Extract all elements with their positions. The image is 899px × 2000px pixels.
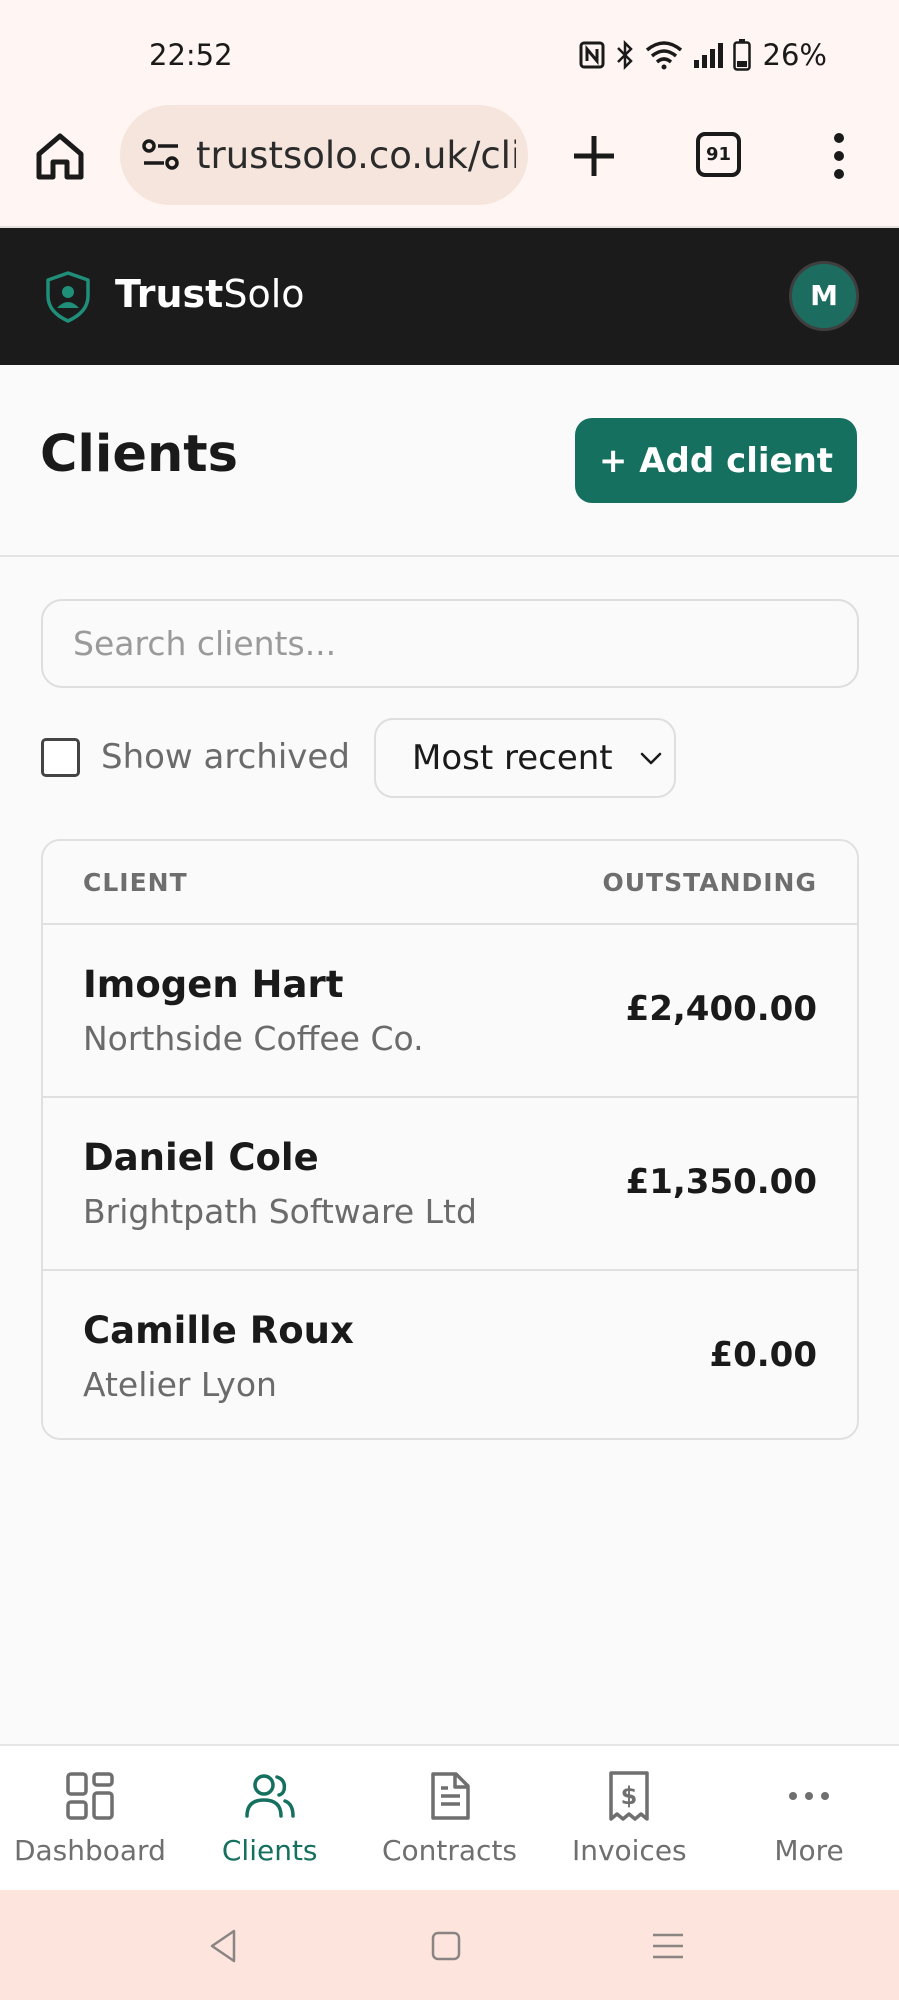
tab-switcher-button[interactable]: 91 [696,132,741,177]
sort-selected-value: Most recent [412,738,613,778]
nav-label: Invoices [571,1834,687,1867]
battery-percent: 26% [762,38,827,72]
nav-item-dashboard[interactable]: Dashboard [0,1746,180,1890]
nav-label: More [774,1834,844,1867]
chevron-down-icon [640,752,662,765]
client-company: Brightpath Software Ltd [83,1192,477,1231]
table-row[interactable]: Imogen Hart Northside Coffee Co. £2,400.… [43,925,857,1098]
clients-table: CLIENT OUTSTANDING Imogen Hart Northside… [41,839,859,1440]
nav-item-invoices[interactable]: $ Invoices [539,1746,719,1890]
brand-name[interactable]: TrustSolo [115,272,305,316]
invoices-icon: $ [609,1771,650,1821]
home-square-icon[interactable] [426,1926,466,1966]
shield-logo-icon[interactable] [44,270,92,324]
home-icon[interactable] [34,130,86,182]
table-row[interactable]: Daniel Cole Brightpath Software Ltd £1,3… [43,1098,857,1271]
clients-icon [245,1774,295,1818]
client-company: Northside Coffee Co. [83,1019,424,1058]
table-header: CLIENT OUTSTANDING [43,841,857,925]
client-name[interactable]: Imogen Hart [83,963,343,1006]
system-navigation-bar [0,1890,899,2000]
back-icon[interactable] [204,1926,244,1966]
browser-toolbar: trustsolo.co.uk/clients 91 [0,100,899,228]
dashboard-icon [66,1772,114,1820]
client-outstanding: £1,350.00 [625,1162,817,1202]
page-title-section: Clients + Add client [0,365,899,557]
column-client: CLIENT [83,867,188,897]
address-bar[interactable]: trustsolo.co.uk/clients [120,105,528,205]
add-client-button[interactable]: + Add client [575,418,857,503]
nfc-icon [579,41,605,69]
recents-icon[interactable] [648,1926,688,1966]
nav-label: Dashboard [13,1834,166,1867]
bluetooth-icon [616,40,633,70]
user-avatar[interactable]: M [789,261,859,331]
more-icon [789,1792,830,1800]
contracts-icon [430,1772,470,1820]
overflow-menu-icon[interactable] [826,132,852,180]
url-text[interactable]: trustsolo.co.uk/clients [196,134,516,177]
search-input[interactable] [41,599,859,688]
svg-text:$: $ [621,1782,638,1810]
nav-label: Clients [221,1834,318,1867]
nav-item-more[interactable]: More [719,1746,899,1890]
client-name[interactable]: Camille Roux [83,1309,354,1352]
app-header: TrustSolo M [0,228,899,365]
brand-light: Solo [223,272,305,316]
status-icons: 26% [579,38,827,72]
nav-item-clients[interactable]: Clients [180,1746,360,1890]
page-title: Clients [40,425,239,484]
table-row[interactable]: Camille Roux Atelier Lyon £0.00 [43,1271,857,1438]
brand-bold: Trust [115,272,224,316]
battery-icon [732,39,751,71]
client-company: Atelier Lyon [83,1365,277,1404]
nav-item-contracts[interactable]: Contracts [360,1746,540,1890]
bottom-navigation: Dashboard Clients Contracts $ Invoices M… [0,1744,899,1890]
column-outstanding: OUTSTANDING [602,867,817,897]
show-archived-toggle[interactable]: Show archived [41,737,350,777]
client-outstanding: £0.00 [709,1335,817,1375]
show-archived-checkbox[interactable] [41,737,80,777]
sort-select[interactable]: Most recent [374,718,676,798]
client-outstanding: £2,400.00 [625,989,817,1029]
status-bar: 22:52 26% [0,0,899,100]
nav-label: Contracts [381,1834,518,1867]
status-time: 22:52 [149,38,233,72]
signal-icon [693,43,723,68]
show-archived-label[interactable]: Show archived [101,737,350,777]
new-tab-icon[interactable] [568,130,620,182]
wifi-icon [645,41,682,70]
site-settings-icon[interactable] [138,132,184,178]
client-name[interactable]: Daniel Cole [83,1136,319,1179]
